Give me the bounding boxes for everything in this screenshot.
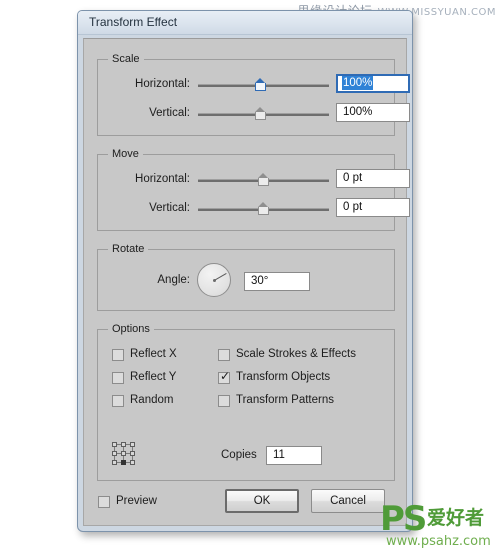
- move-vertical-row: Vertical: 0 pt: [98, 198, 410, 220]
- move-horizontal-slider-thumb[interactable]: [258, 173, 269, 186]
- anchor-point-grid[interactable]: [112, 442, 135, 467]
- preview-label: Preview: [116, 495, 157, 507]
- move-vertical-slider-thumb[interactable]: [258, 202, 269, 215]
- options-group: Options Reflect X Reflect Y Random Scale…: [97, 323, 395, 481]
- scale-group-legend: Scale: [108, 53, 144, 65]
- move-group-legend: Move: [108, 148, 143, 160]
- scale-strokes-checkbox-icon[interactable]: [218, 349, 230, 361]
- rotate-group-legend: Rotate: [108, 243, 149, 255]
- random-checkbox-icon[interactable]: [112, 395, 124, 407]
- random-label: Random: [130, 394, 174, 406]
- transform-patterns-label: Transform Patterns: [236, 394, 334, 406]
- move-vertical-label: Vertical:: [149, 202, 190, 214]
- anchor-cell-center[interactable]: [121, 451, 126, 456]
- anchor-cell-top-center[interactable]: [121, 442, 126, 447]
- anchor-cell-middle-right[interactable]: [130, 451, 135, 456]
- scale-vertical-slider[interactable]: [198, 107, 329, 120]
- scale-horizontal-input-value: 100%: [342, 76, 374, 90]
- rotate-group: Rotate Angle: 30°: [97, 243, 395, 311]
- scale-horizontal-label: Horizontal:: [135, 78, 190, 90]
- anchor-cell-bottom-center[interactable]: [121, 460, 126, 465]
- rotate-angle-label: Angle:: [157, 274, 190, 286]
- move-group: Move Horizontal: 0 pt Vertical: 0 pt: [97, 148, 410, 231]
- move-vertical-input[interactable]: 0 pt: [336, 198, 410, 217]
- move-horizontal-input[interactable]: 0 pt: [336, 169, 410, 188]
- angle-dial[interactable]: [197, 263, 231, 297]
- scale-horizontal-slider[interactable]: [198, 78, 329, 91]
- reflect-y-label: Reflect Y: [130, 371, 177, 383]
- transform-effect-dialog: Transform Effect Scale Horizontal: 100% …: [77, 10, 413, 532]
- reflect-x-checkbox-icon[interactable]: [112, 349, 124, 361]
- scale-horizontal-slider-thumb[interactable]: [255, 78, 266, 91]
- dialog-titlebar[interactable]: Transform Effect: [78, 11, 412, 35]
- copies-label: Copies: [221, 449, 257, 461]
- angle-dial-hub-icon: [213, 279, 216, 282]
- options-group-legend: Options: [108, 323, 154, 335]
- transform-patterns-checkbox-icon[interactable]: [218, 395, 230, 407]
- ok-button[interactable]: OK: [225, 489, 299, 513]
- cancel-button[interactable]: Cancel: [311, 489, 385, 513]
- scale-group: Scale Horizontal: 100% Vertical: 100%: [97, 53, 410, 136]
- scale-horizontal-row: Horizontal: 100%: [98, 74, 410, 96]
- anchor-cell-middle-left[interactable]: [112, 451, 117, 456]
- transform-objects-label: Transform Objects: [236, 371, 331, 383]
- preview-checkbox-icon[interactable]: [98, 496, 110, 508]
- anchor-cell-top-left[interactable]: [112, 442, 117, 447]
- anchor-cell-bottom-left[interactable]: [112, 460, 117, 465]
- anchor-cell-bottom-right[interactable]: [130, 460, 135, 465]
- copies-input[interactable]: 11: [266, 446, 322, 465]
- screenshot-canvas: 思缘设计论坛WWW.MISSYUAN.COM Transform Effect …: [0, 0, 500, 556]
- rotate-angle-input[interactable]: 30°: [244, 272, 310, 291]
- anchor-cell-top-right[interactable]: [130, 442, 135, 447]
- watermark-bottom-url: www.psahz.com: [386, 534, 491, 549]
- move-horizontal-row: Horizontal: 0 pt: [98, 169, 410, 191]
- watermark-bottom-cn: 爱好者: [427, 507, 485, 529]
- reflect-x-label: Reflect X: [130, 348, 177, 360]
- move-horizontal-slider[interactable]: [198, 173, 329, 186]
- transform-objects-checkbox-icon[interactable]: ✓: [218, 369, 231, 384]
- dialog-body: Scale Horizontal: 100% Vertical: 100% Mo…: [83, 38, 410, 526]
- move-vertical-slider[interactable]: [198, 202, 329, 215]
- checkmark-icon: ✓: [220, 369, 231, 383]
- scale-vertical-input[interactable]: 100%: [336, 103, 410, 122]
- scale-strokes-label: Scale Strokes & Effects: [236, 348, 356, 360]
- scale-vertical-slider-thumb[interactable]: [255, 107, 266, 120]
- dialog-title: Transform Effect: [89, 15, 178, 29]
- scale-vertical-row: Vertical: 100%: [98, 103, 410, 125]
- scale-horizontal-input[interactable]: 100%: [336, 74, 410, 93]
- move-horizontal-label: Horizontal:: [135, 173, 190, 185]
- scale-vertical-label: Vertical:: [149, 107, 190, 119]
- reflect-y-checkbox-icon[interactable]: [112, 372, 124, 384]
